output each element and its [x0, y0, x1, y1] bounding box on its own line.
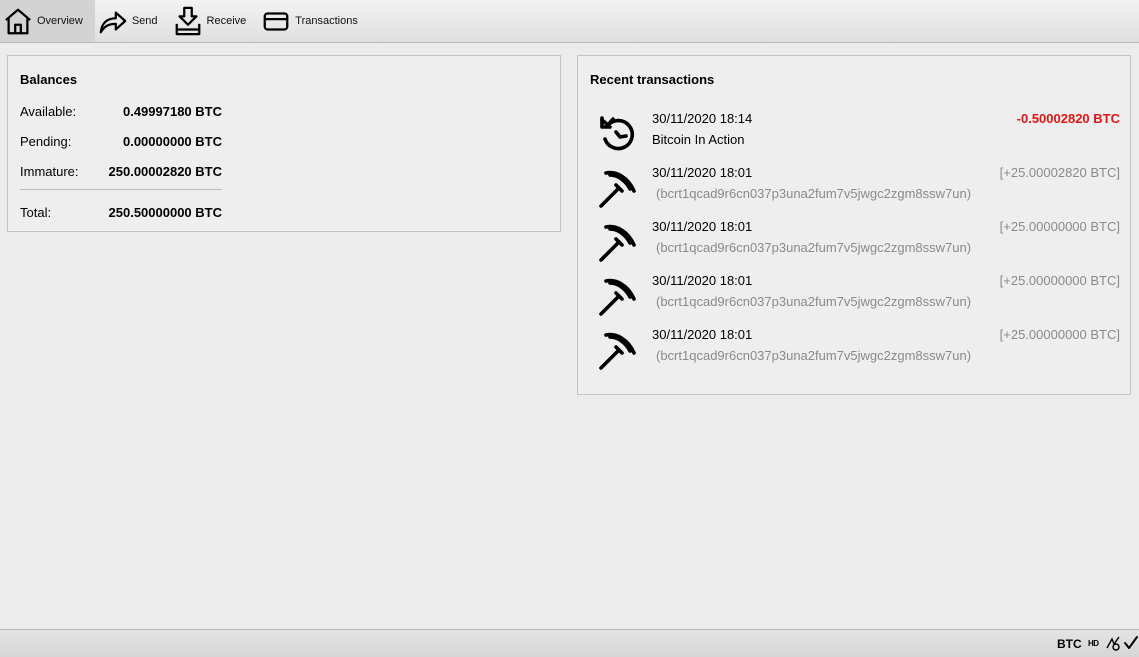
transaction-date: 30/11/2020 18:01 [652, 273, 753, 288]
available-row: Available: 0.49997180 BTC [20, 104, 222, 119]
recent-transactions-title: Recent transactions [590, 72, 715, 87]
status-bar: BTC HD [0, 629, 1139, 657]
synced-check-icon [1123, 635, 1139, 651]
mined-pickaxe-icon [596, 329, 640, 373]
balances-title: Balances [20, 72, 78, 87]
total-divider [20, 189, 222, 190]
overview-tab[interactable]: Overview [0, 0, 95, 42]
home-icon [2, 5, 34, 37]
balances-panel: Balances Available: 0.49997180 BTC Pendi… [7, 55, 561, 232]
total-label: Total: [20, 205, 52, 220]
transaction-date: 30/11/2020 18:14 [652, 111, 753, 126]
receive-tab[interactable]: Receive [170, 0, 259, 42]
transactions-label: Transactions [295, 15, 358, 27]
mined-pickaxe-icon [596, 275, 640, 319]
recent-transactions-panel: Recent transactions 30/11/2020 18:14 -0.… [577, 55, 1131, 395]
immature-label: Immature: [20, 164, 79, 179]
hd-wallet-indicator: HD [1088, 639, 1099, 648]
transaction-row[interactable]: 30/11/2020 18:01 [+25.00000000 BTC] (bcr… [592, 219, 1120, 267]
receive-label: Receive [206, 15, 247, 27]
sent-icon [596, 113, 640, 157]
receive-inbox-icon [172, 5, 204, 37]
transaction-label: Bitcoin In Action [652, 132, 745, 147]
unit-selector[interactable]: BTC [1057, 637, 1082, 651]
send-arrow-icon [97, 5, 129, 37]
pending-label: Pending: [20, 134, 72, 149]
transaction-address: (bcrt1qcad9r6cn037p3una2fum7v5jwgc2zgm8s… [656, 240, 972, 255]
transaction-address: (bcrt1qcad9r6cn037p3una2fum7v5jwgc2zgm8s… [656, 294, 972, 309]
mined-pickaxe-icon [596, 221, 640, 265]
send-label: Send [131, 15, 158, 27]
transaction-date: 30/11/2020 18:01 [652, 219, 753, 234]
transaction-amount: [+25.00002820 BTC] [999, 165, 1120, 180]
network-activity-icon[interactable] [1105, 635, 1121, 651]
send-tab[interactable]: Send [95, 0, 170, 42]
transactions-tab[interactable]: Transactions [258, 0, 370, 42]
immature-value: 250.00002820 BTC [108, 164, 222, 179]
mined-pickaxe-icon [596, 167, 640, 211]
credit-card-icon [260, 5, 292, 37]
transaction-amount: [+25.00000000 BTC] [999, 327, 1120, 342]
overview-label: Overview [37, 15, 83, 27]
immature-row: Immature: 250.00002820 BTC [20, 164, 222, 179]
transaction-row[interactable]: 30/11/2020 18:01 [+25.00000000 BTC] (bcr… [592, 327, 1120, 375]
total-row: Total: 250.50000000 BTC [20, 205, 222, 220]
toolbar: Overview Send Receive Transactions [0, 0, 1139, 43]
transaction-row[interactable]: 30/11/2020 18:14 -0.50002820 BTC Bitcoin… [592, 111, 1120, 159]
total-value: 250.50000000 BTC [108, 205, 222, 220]
available-value: 0.49997180 BTC [122, 104, 222, 119]
transaction-date: 30/11/2020 18:01 [652, 327, 753, 342]
transaction-address: (bcrt1qcad9r6cn037p3una2fum7v5jwgc2zgm8s… [656, 186, 972, 201]
transaction-row[interactable]: 30/11/2020 18:01 [+25.00002820 BTC] (bcr… [592, 165, 1120, 213]
transaction-address: (bcrt1qcad9r6cn037p3una2fum7v5jwgc2zgm8s… [656, 348, 972, 363]
transaction-amount: [+25.00000000 BTC] [999, 273, 1120, 288]
transaction-amount: -0.50002820 BTC [1016, 111, 1120, 126]
pending-row: Pending: 0.00000000 BTC [20, 134, 222, 149]
transaction-amount: [+25.00000000 BTC] [999, 219, 1120, 234]
available-label: Available: [20, 104, 77, 119]
pending-value: 0.00000000 BTC [122, 134, 222, 149]
transaction-date: 30/11/2020 18:01 [652, 165, 753, 180]
transaction-row[interactable]: 30/11/2020 18:01 [+25.00000000 BTC] (bcr… [592, 273, 1120, 321]
